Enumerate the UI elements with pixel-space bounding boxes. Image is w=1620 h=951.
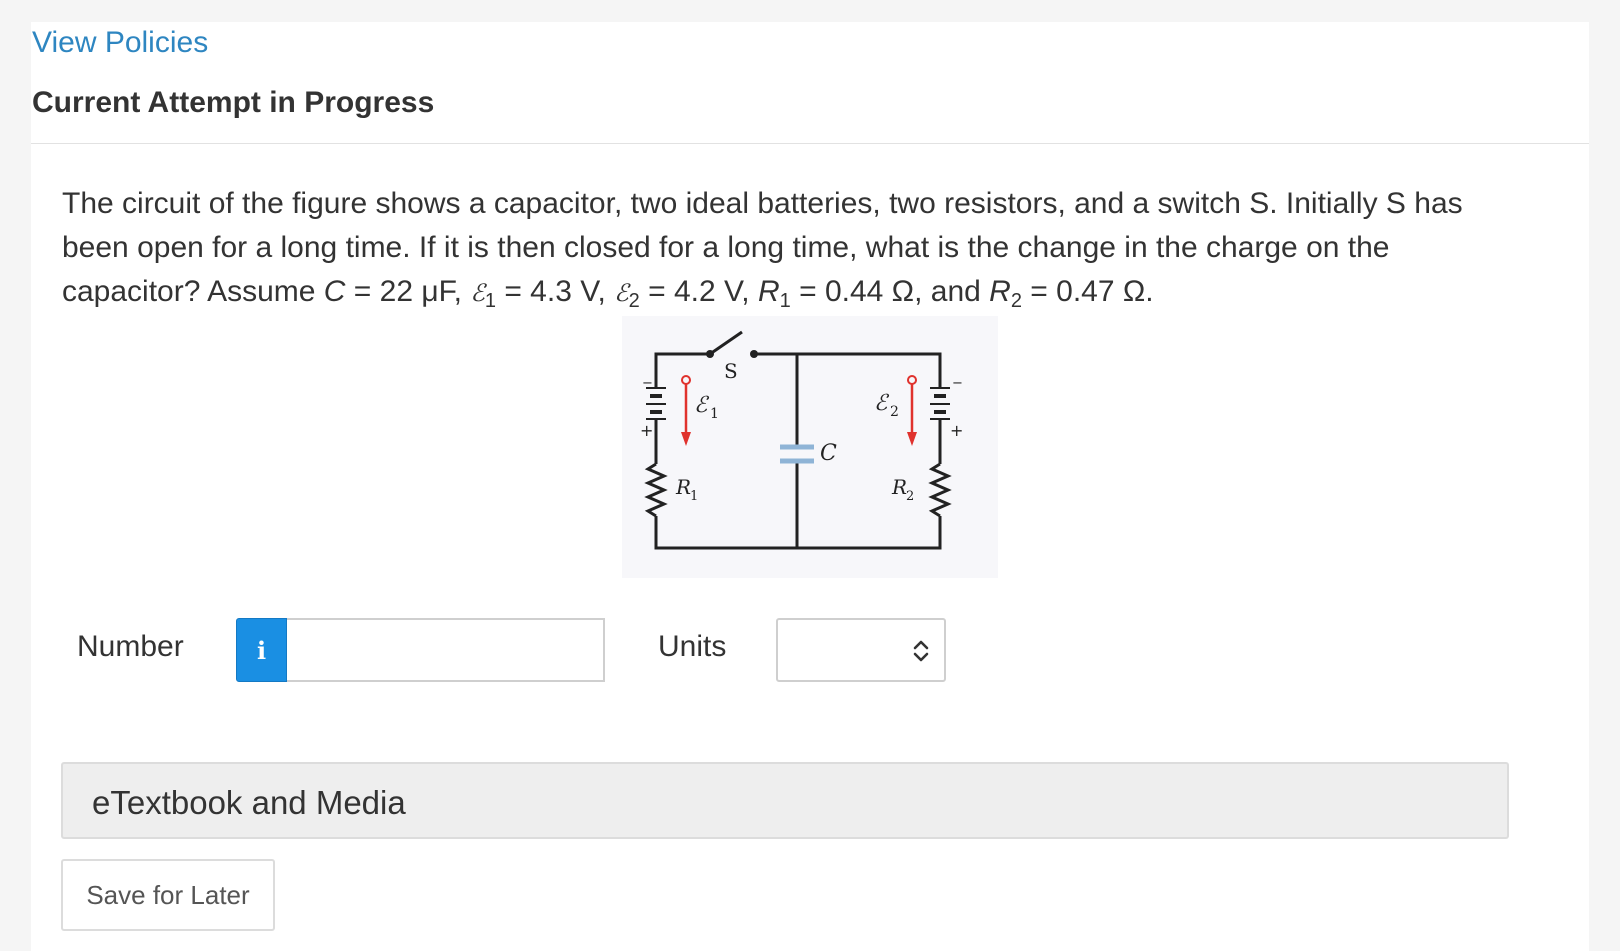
question-card: View Policies Current Attempt in Progres…	[31, 22, 1589, 951]
etextbook-media-label: eTextbook and Media	[92, 784, 406, 821]
capacitor-label: C	[820, 441, 837, 466]
emf2-label: ℰ	[874, 391, 890, 416]
emf2-symbol: ℰ	[614, 279, 629, 307]
save-for-later-button[interactable]: Save for Later	[61, 859, 275, 931]
resistor1-label: R	[675, 475, 691, 499]
emf1-label-sub: 1	[710, 406, 719, 422]
resistor1-subscript: 1	[779, 290, 791, 312]
switch-contact-left	[706, 350, 714, 358]
battery-e1-plus: +	[640, 421, 653, 440]
resistor-r2	[928, 462, 952, 518]
circuit-figure: − + − + S ℰ 1 ℰ 2 C R 1 R 2	[622, 316, 998, 578]
emf1-subscript: 1	[484, 290, 496, 312]
emf1-symbol: ℰ	[470, 279, 485, 307]
resistor2-value: = 0.47 Ω.	[1021, 275, 1154, 308]
resistor-r1	[644, 462, 668, 518]
switch-arm	[709, 330, 743, 356]
info-icon[interactable]: i	[236, 618, 287, 682]
question-line-3: capacitor? Assume C = 22 μF, ℰ1 = 4.3 V,…	[62, 270, 1562, 315]
resistor2-symbol: R	[989, 275, 1011, 308]
number-label: Number	[77, 630, 184, 663]
emf1-value: = 4.3 V,	[495, 275, 615, 308]
units-select[interactable]	[776, 618, 946, 682]
switch-contact-right	[750, 350, 758, 358]
resistor2-subscript: 2	[1010, 290, 1022, 312]
circuit-diagram: − + − + S ℰ 1 ℰ 2 C R 1 R 2	[640, 330, 963, 550]
resistor2-label: R	[891, 475, 907, 499]
switch-label: S	[724, 359, 738, 383]
emf1-label: ℰ	[694, 393, 710, 418]
header-divider	[31, 143, 1589, 144]
emf2-subscript: 2	[628, 290, 640, 312]
capacitor	[780, 444, 814, 464]
resistor1-symbol: R	[757, 275, 780, 308]
units-label: Units	[658, 630, 727, 663]
emf2-label-sub: 2	[890, 404, 899, 420]
battery-e2-minus: −	[952, 376, 963, 391]
emf2-value: = 4.2 V,	[639, 275, 758, 308]
resistor1-label-sub: 1	[690, 489, 698, 504]
question-line-2: been open for a long time. If it is then…	[62, 231, 1390, 264]
battery-e2-plus: +	[950, 421, 963, 440]
question-text-part: capacitor? Assume	[62, 275, 324, 308]
view-policies-link[interactable]: View Policies	[32, 26, 208, 60]
resistor2-label-sub: 2	[906, 489, 914, 504]
resistor1-value: = 0.44 Ω, and	[790, 275, 990, 308]
capacitance-symbol: C	[323, 275, 346, 308]
circuit-wires	[644, 330, 952, 550]
etextbook-media-panel[interactable]: eTextbook and Media	[61, 762, 1509, 839]
question-text: The circuit of the figure shows a capaci…	[62, 182, 1562, 315]
attempt-title: Current Attempt in Progress	[32, 86, 435, 119]
number-input[interactable]	[287, 618, 605, 682]
capacitance-value: = 22 μF,	[345, 275, 471, 308]
emf1-arrow	[681, 375, 691, 446]
emf2-arrow	[907, 375, 917, 446]
chevron-up-down-icon	[913, 640, 929, 662]
wire-top-right	[754, 352, 942, 388]
battery-e2	[930, 387, 950, 420]
battery-e1	[646, 387, 666, 420]
question-line-1: The circuit of the figure shows a capaci…	[62, 187, 1463, 220]
battery-e1-minus: −	[642, 376, 653, 391]
